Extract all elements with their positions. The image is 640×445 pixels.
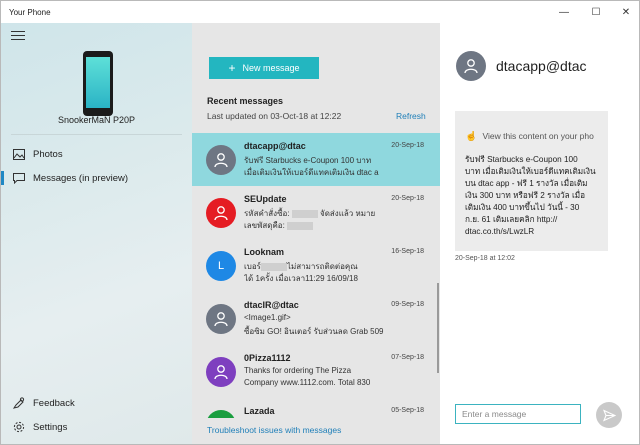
message-line: บน dtac app - ฟรี 1 รางวัล เมื่อเติม: [465, 179, 588, 188]
left-pane: SnookerMaN P20P Photos Messages (in prev…: [1, 23, 192, 444]
thread-item[interactable]: SEUpdate 20-Sep-18 รหัสคำสั่งซื้อ: จัดส่…: [192, 186, 440, 239]
person-avatar-icon: [206, 410, 236, 418]
message-body: รับฟรี Starbucks e-Coupon 100 บาท เมื่อเ…: [465, 154, 601, 238]
title-bar: Your Phone: [1, 1, 639, 23]
phone-name: SnookerMaN P20P: [57, 115, 136, 125]
message-input[interactable]: [455, 404, 581, 424]
nav-item-label: Settings: [33, 421, 68, 433]
thread-item[interactable]: 0Pizza1112 07-Sep-18 Thanks for ordering…: [192, 345, 440, 398]
plus-icon: +: [228, 61, 236, 75]
preview-text: รหัสคำสั่งซื้อ:: [244, 209, 290, 218]
last-updated-text: Last updated on 03-Oct-18 at 12:22: [207, 111, 342, 121]
nav-item-label: Feedback: [33, 397, 75, 409]
thread-name: dtacIR@dtac: [244, 300, 299, 310]
scrollbar[interactable]: [437, 283, 439, 373]
person-avatar-icon: [456, 51, 486, 81]
thread-name: dtacapp@dtac: [244, 141, 306, 151]
new-message-label: New message: [242, 63, 300, 73]
thread-item[interactable]: L Looknam 16-Sep-18 เบอร์ ไม่สามารถติดต่อ…: [192, 239, 440, 292]
feedback-icon: [13, 397, 25, 409]
new-message-button[interactable]: + New message: [209, 57, 319, 79]
window-title: Your Phone: [9, 7, 51, 17]
message-line: เติมเงิน 400 บาทขึ้นไป วันนี้ - 30: [465, 203, 580, 212]
message-line: บาท เมื่อเติมเงินให้เบอร์ดีแทคเติมเงิน: [465, 167, 596, 176]
thread-preview-line: เลขพัสดุคือ:: [244, 219, 392, 232]
thread-preview-line: <Image1.gif>: [244, 313, 291, 322]
gear-icon: [13, 421, 25, 433]
thread-list: dtacapp@dtac 20-Sep-18 รับฟรี Starbucks …: [192, 133, 440, 418]
thread-preview-line: Company www.1112.com. Total 830: [244, 378, 371, 387]
thread-item[interactable]: dtacapp@dtac 20-Sep-18 รับฟรี Starbucks …: [192, 133, 440, 186]
message-line: เงิน 300 บาท หรือฟรี 2 รางวัล เมื่อ: [465, 191, 586, 200]
nav-item-settings[interactable]: Settings: [1, 415, 192, 439]
close-button[interactable]: ✕: [611, 1, 639, 23]
view-on-phone-text: View this content on your pho: [482, 131, 594, 141]
preview-text: ไม่สามารถติดต่อคุณ: [286, 262, 358, 271]
person-avatar-icon: [206, 357, 236, 387]
maximize-button[interactable]: ☐: [581, 1, 611, 23]
message-line: รับฟรี Starbucks e-Coupon 100: [465, 155, 578, 164]
conversation-list-pane: + New message Recent messages Last updat…: [192, 23, 440, 444]
message-bubble: ☝ View this content on your pho รับฟรี St…: [455, 111, 608, 251]
preview-text: เลขพัสดุคือ:: [244, 221, 285, 230]
person-avatar-icon: [206, 145, 236, 175]
thread-date: 20-Sep-18: [391, 195, 424, 202]
thread-date: 20-Sep-18: [391, 142, 424, 149]
app-window: Your Phone — ☐ ✕ SnookerMaN P20P Photos …: [0, 0, 640, 445]
thread-name: SEUpdate: [244, 194, 287, 204]
person-avatar-icon: [206, 304, 236, 334]
contact-name: dtacapp@dtac: [496, 58, 587, 74]
thread-item[interactable]: Lazada 05-Sep-18: [192, 398, 440, 418]
preview-text: เบอร์: [244, 262, 261, 271]
phone-touch-icon: ☝: [465, 131, 478, 142]
divider: [11, 134, 182, 135]
redacted-block: [287, 221, 314, 230]
recent-messages-heading: Recent messages: [207, 96, 284, 106]
photo-icon: [13, 148, 25, 160]
refresh-link[interactable]: Refresh: [396, 111, 426, 121]
thread-date: 07-Sep-18: [391, 354, 424, 361]
view-on-phone-notice[interactable]: ☝ View this content on your pho: [465, 131, 605, 142]
phone-icon: [83, 51, 113, 116]
thread-item[interactable]: dtacIR@dtac 09-Sep-18 <Image1.gif> ซื้อซ…: [192, 292, 440, 345]
thread-date: 05-Sep-18: [391, 407, 424, 414]
thread-name: 0Pizza1112: [244, 353, 291, 363]
initial-avatar: L: [206, 251, 236, 281]
thread-date: 09-Sep-18: [391, 301, 424, 308]
message-line: dtac.co.th/s/LwzLR: [465, 227, 535, 236]
send-icon: [602, 408, 616, 422]
send-button[interactable]: [596, 402, 622, 428]
nav-item-label: Photos: [33, 148, 63, 160]
message-icon: [13, 172, 25, 184]
nav-item-feedback[interactable]: Feedback: [1, 391, 192, 415]
nav-item-messages[interactable]: Messages (in preview): [1, 166, 192, 190]
hamburger-menu-icon[interactable]: [11, 31, 25, 41]
nav-item-photos[interactable]: Photos: [1, 142, 192, 166]
message-line: ก.ย. 61 เติมเลยคลิก http://: [465, 215, 558, 224]
message-timestamp: 20-Sep-18 at 12:02: [455, 255, 515, 262]
nav-item-label: Messages (in preview): [33, 172, 129, 184]
preview-text: จัดส่งแล้ว หมาย: [320, 209, 376, 218]
thread-preview-line: ซื้อซิม GO! อินเตอร์ รับส่วนลด Grab 509: [244, 327, 384, 336]
redacted-block: [291, 209, 318, 218]
thread-date: 16-Sep-18: [391, 248, 424, 255]
redacted-block: [260, 262, 287, 271]
troubleshoot-link[interactable]: Troubleshoot issues with messages: [207, 425, 341, 435]
person-avatar-icon: [206, 198, 236, 228]
thread-preview-line: เมื่อเติมเงินให้เบอร์ดีแทคเติมเงิน dtac …: [244, 168, 379, 177]
thread-name: Lazada: [244, 406, 275, 416]
conversation-pane: dtacapp@dtac ☝ View this content on your …: [440, 23, 639, 444]
thread-preview-line: Thanks for ordering The Pizza: [244, 366, 352, 375]
thread-name: Looknam: [244, 247, 285, 257]
thread-preview-line: ได้ 1ครั้ง เมื่อเวลา11:29 16/09/18: [244, 274, 358, 283]
minimize-button[interactable]: —: [549, 1, 579, 23]
